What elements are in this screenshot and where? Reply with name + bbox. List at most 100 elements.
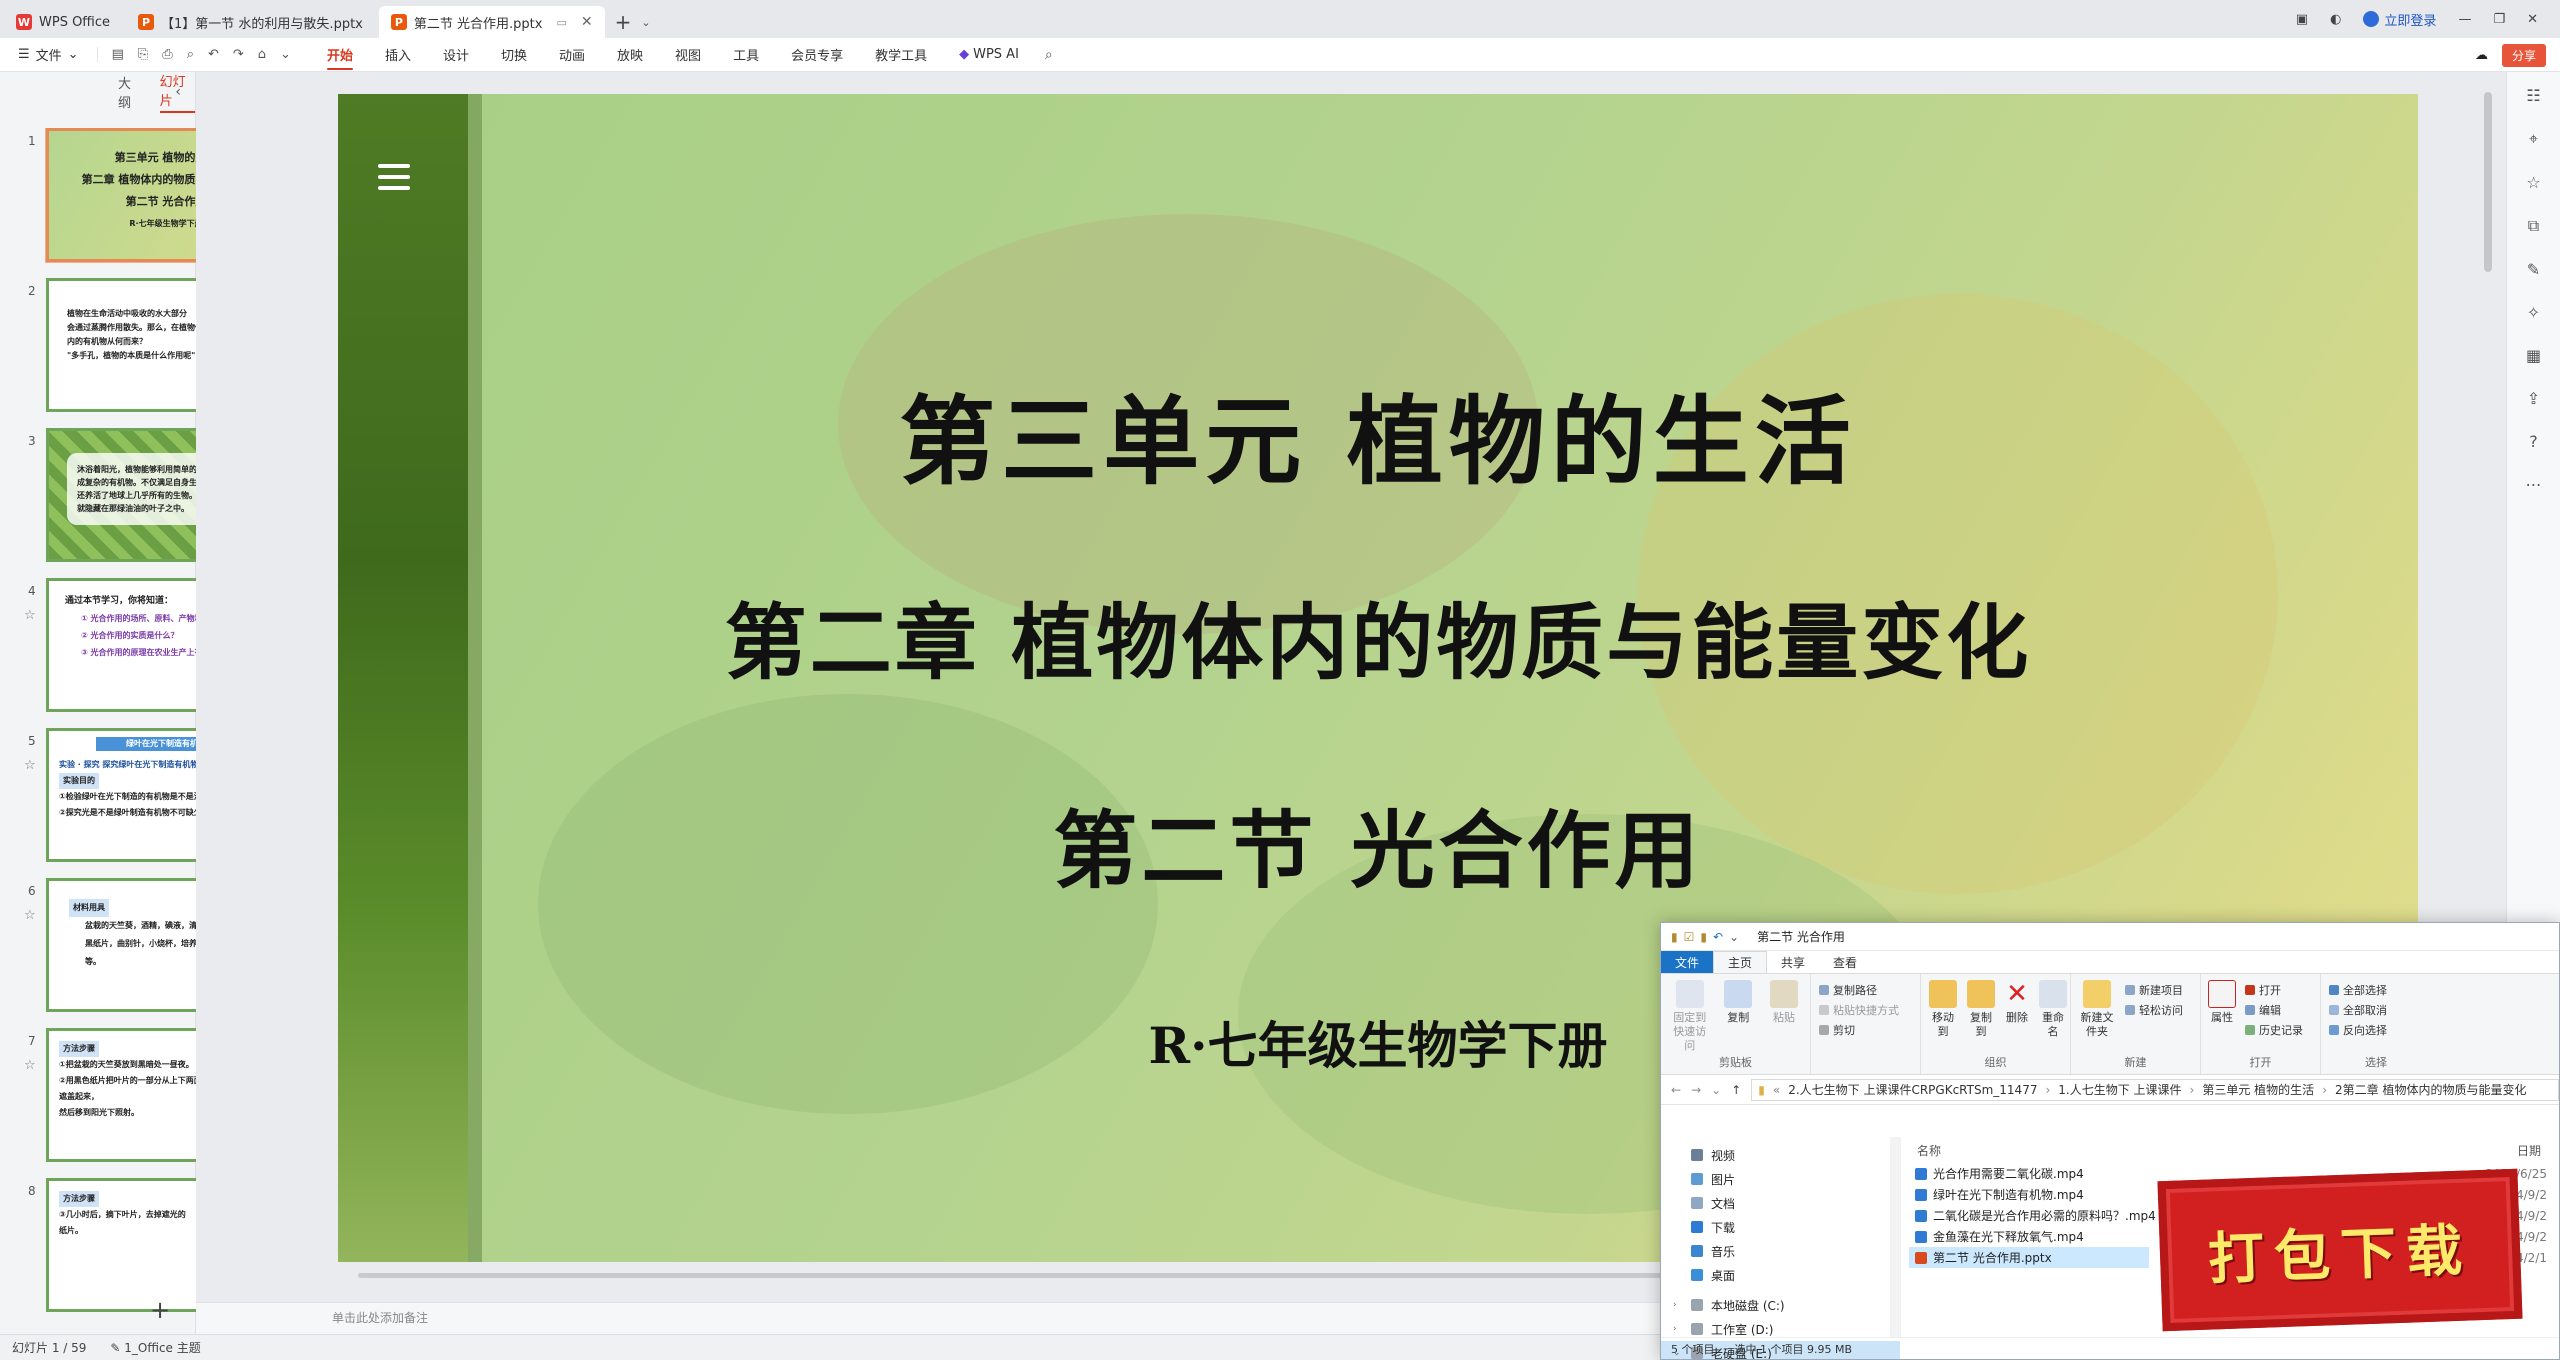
column-name[interactable]: 名称 bbox=[1917, 1142, 1941, 1159]
star-icon[interactable]: ☆ bbox=[2526, 173, 2540, 192]
login-button[interactable]: 立即登录 bbox=[2363, 10, 2436, 29]
edit-button[interactable]: 编辑 bbox=[2245, 1002, 2303, 1018]
minimize-icon[interactable]: — bbox=[2458, 12, 2471, 27]
breadcrumb-item[interactable]: 2第二章 植物体内的物质与能量变化 bbox=[2335, 1081, 2526, 1098]
file-row-selected[interactable]: 第二节 光合作用.pptx2024/2/1 bbox=[1909, 1247, 2547, 1268]
menu-wps-ai[interactable]: ◆ WPS AI bbox=[943, 38, 1035, 72]
easy-access-button[interactable]: 轻松访问 bbox=[2125, 1002, 2183, 1018]
nav-item-music[interactable]: 音乐 bbox=[1661, 1239, 1900, 1263]
export-pdf-icon[interactable]: ⎘ bbox=[138, 47, 148, 62]
menu-view[interactable]: 视图 bbox=[659, 38, 717, 72]
slide-thumbnail-5[interactable]: 绿叶在光下制造有机物 实验 · 探究 探究绿叶在光下制造有机物 实验目的 ①检验… bbox=[46, 728, 196, 862]
format-painter-icon[interactable]: ⌂ bbox=[258, 47, 266, 62]
invert-selection-button[interactable]: 反向选择 bbox=[2329, 1022, 2387, 1038]
menu-transitions[interactable]: 切换 bbox=[485, 38, 543, 72]
tab-list-chevron-icon[interactable]: ⌄ bbox=[641, 6, 650, 38]
tab-document-1[interactable]: P 【1】第一节 水的利用与散失.pptx bbox=[126, 6, 375, 38]
nav-item-desktop[interactable]: 桌面 bbox=[1661, 1263, 1900, 1287]
menu-home[interactable]: 开始 bbox=[311, 38, 369, 72]
tab-document-2[interactable]: P 第二节 光合作用.pptx ▭ ✕ bbox=[378, 6, 605, 38]
nav-item-downloads[interactable]: 下载 bbox=[1661, 1215, 1900, 1239]
nav-scrollbar[interactable] bbox=[1890, 1137, 1900, 1337]
slide-thumbnail-2[interactable]: 植物在生命活动中吸收的水大部分 会通过蒸腾作用散失。那么，在植物体 内的有机物从… bbox=[46, 278, 196, 412]
breadcrumb-item[interactable]: 第三单元 植物的生活 bbox=[2202, 1081, 2314, 1098]
undo-icon[interactable]: ↶ bbox=[208, 47, 219, 62]
nav-item-videos[interactable]: 视频 bbox=[1661, 1143, 1900, 1167]
settings-sliders-icon[interactable]: ☷ bbox=[2526, 86, 2540, 105]
copy-icon[interactable]: ⧉ bbox=[2528, 216, 2539, 236]
cut-button[interactable]: 剪切 bbox=[1819, 1022, 1899, 1038]
address-bar[interactable]: ▮ « 2.人七生物下 上课课件CRPGKcRTSm_11477 › 1.人七生… bbox=[1751, 1078, 2559, 1101]
breadcrumb-item[interactable]: 2.人七生物下 上课课件CRPGKcRTSm_11477 bbox=[1788, 1081, 2037, 1098]
nav-item-pictures[interactable]: 图片 bbox=[1661, 1167, 1900, 1191]
column-date[interactable]: 日期 bbox=[2517, 1142, 2541, 1159]
share-icon[interactable]: ⇪ bbox=[2527, 389, 2540, 408]
copy-path-button[interactable]: 复制路径 bbox=[1819, 982, 1899, 998]
more-icon[interactable]: ⋯ bbox=[2526, 475, 2542, 494]
forward-arrow-icon[interactable]: → bbox=[1691, 1083, 1701, 1097]
close-window-icon[interactable]: ✕ bbox=[2527, 12, 2538, 27]
undo-icon[interactable]: ↶ bbox=[1713, 930, 1723, 944]
slide-chapter[interactable]: 第二章 植物体内的物质与能量变化 bbox=[338, 576, 2418, 695]
nav-item-documents[interactable]: 文档 bbox=[1661, 1191, 1900, 1215]
print-icon[interactable]: ⎙ bbox=[162, 47, 172, 62]
slide-thumbnail-3[interactable]: 沐浴着阳光，植物能够利用简单的无机物合 成复杂的有机物。不仅满足自身生命活动的需… bbox=[46, 428, 196, 562]
up-arrow-icon[interactable]: ↑ bbox=[1731, 1083, 1741, 1097]
select-all-button[interactable]: 全部选择 bbox=[2329, 982, 2387, 998]
share-button[interactable]: 分享 bbox=[2501, 43, 2546, 67]
slide-thumbnail-4[interactable]: 通过本节学习，你将知道： ① 光合作用的场所、原料、产物和条件分别是什么？ ② … bbox=[46, 578, 196, 712]
tab-outline[interactable]: 大纲 bbox=[118, 73, 142, 111]
print-preview-icon[interactable]: ⌕ bbox=[187, 47, 194, 62]
theme-icon[interactable]: ◐ bbox=[2330, 12, 2341, 27]
menu-teaching-tools[interactable]: 教学工具 bbox=[859, 38, 943, 72]
breadcrumb-item[interactable]: 1.人七生物下 上课课件 bbox=[2058, 1081, 2181, 1098]
more-chevron-icon[interactable]: ⌄ bbox=[280, 47, 291, 62]
back-arrow-icon[interactable]: ← bbox=[1671, 1083, 1681, 1097]
layout-icon[interactable]: ▦ bbox=[2526, 346, 2541, 365]
history-chevron-icon[interactable]: ⌄ bbox=[1711, 1083, 1721, 1097]
history-button[interactable]: 历史记录 bbox=[2245, 1022, 2303, 1038]
explorer-tab-home[interactable]: 主页 bbox=[1713, 951, 1768, 973]
slide-thumbnail-8[interactable]: 方法步骤 ③几小时后，摘下叶片，去掉遮光的纸片。 bbox=[46, 1178, 196, 1312]
restore-icon[interactable]: ❐ bbox=[2493, 12, 2505, 27]
window-layout-icon[interactable]: ▣ bbox=[2296, 12, 2308, 27]
expand-chevron-icon[interactable]: › bbox=[1673, 1324, 1677, 1334]
slide-title[interactable]: 第三单元 植物的生活 bbox=[338, 364, 2418, 503]
close-tab-icon[interactable]: ✕ bbox=[581, 14, 593, 30]
vertical-scrollbar[interactable] bbox=[2484, 92, 2492, 272]
menu-animation[interactable]: 动画 bbox=[543, 38, 601, 72]
help-icon[interactable]: ? bbox=[2529, 432, 2538, 451]
theme-name[interactable]: ✎ 1_Office 主题 bbox=[110, 1339, 200, 1356]
file-menu-button[interactable]: ☰ 文件 ⌄ bbox=[0, 45, 97, 64]
slide-thumbnail-7[interactable]: 方法步骤 ①把盆栽的天竺葵放到黑暗处一昼夜。 ②用黑色纸片把叶片的一部分从上下两… bbox=[46, 1028, 196, 1162]
open-button[interactable]: 打开 bbox=[2245, 982, 2303, 998]
slide-thumbnail-6[interactable]: 材料用具 盆栽的天竺葵，酒精，碘液，清水， 黑纸片，曲别针，小烧杯，培养皿，水浴… bbox=[46, 878, 196, 1012]
search-icon[interactable]: ⌕ bbox=[1035, 47, 1063, 63]
chevron-down-icon[interactable]: ⌄ bbox=[1729, 930, 1739, 944]
expand-chevron-icon[interactable]: › bbox=[1673, 1300, 1677, 1310]
collapse-pane-icon[interactable]: ‹ bbox=[175, 84, 181, 100]
menu-design[interactable]: 设计 bbox=[427, 38, 485, 72]
paste-shortcut-button[interactable]: 粘贴快捷方式 bbox=[1819, 1002, 1899, 1018]
explorer-tab-share[interactable]: 共享 bbox=[1767, 951, 1819, 973]
tab-wps-office[interactable]: W WPS Office bbox=[4, 6, 122, 38]
beautify-icon[interactable]: ✎ bbox=[2527, 260, 2540, 279]
redo-icon[interactable]: ↷ bbox=[233, 47, 244, 62]
nav-item-drive-c[interactable]: › 本地磁盘 (C:) bbox=[1661, 1293, 1900, 1317]
menu-insert[interactable]: 插入 bbox=[369, 38, 427, 72]
window-mode-icon[interactable]: ▭ bbox=[556, 16, 566, 29]
explorer-tab-file[interactable]: 文件 bbox=[1661, 951, 1714, 973]
magic-icon[interactable]: ✧ bbox=[2527, 303, 2540, 322]
cloud-sync-icon[interactable]: ☁ bbox=[2475, 48, 2488, 63]
save-icon[interactable]: ▤ bbox=[112, 47, 124, 62]
menu-member[interactable]: 会员专享 bbox=[775, 38, 859, 72]
menu-slideshow[interactable]: 放映 bbox=[601, 38, 659, 72]
slide-thumbnail-1[interactable]: 第三单元 植物的生活 第二章 植物体内的物质与能量变化 第二节 光合作用 R·七… bbox=[46, 128, 196, 262]
paste-button[interactable]: 粘贴 bbox=[1766, 980, 1802, 1025]
slide-menu-icon[interactable] bbox=[378, 164, 410, 190]
checkbox-icon[interactable]: ☑ bbox=[1684, 930, 1695, 944]
new-item-button[interactable]: 新建项目 bbox=[2125, 982, 2183, 998]
select-none-button[interactable]: 全部取消 bbox=[2329, 1002, 2387, 1018]
new-tab-button[interactable]: + bbox=[605, 6, 642, 38]
menu-tools[interactable]: 工具 bbox=[717, 38, 775, 72]
